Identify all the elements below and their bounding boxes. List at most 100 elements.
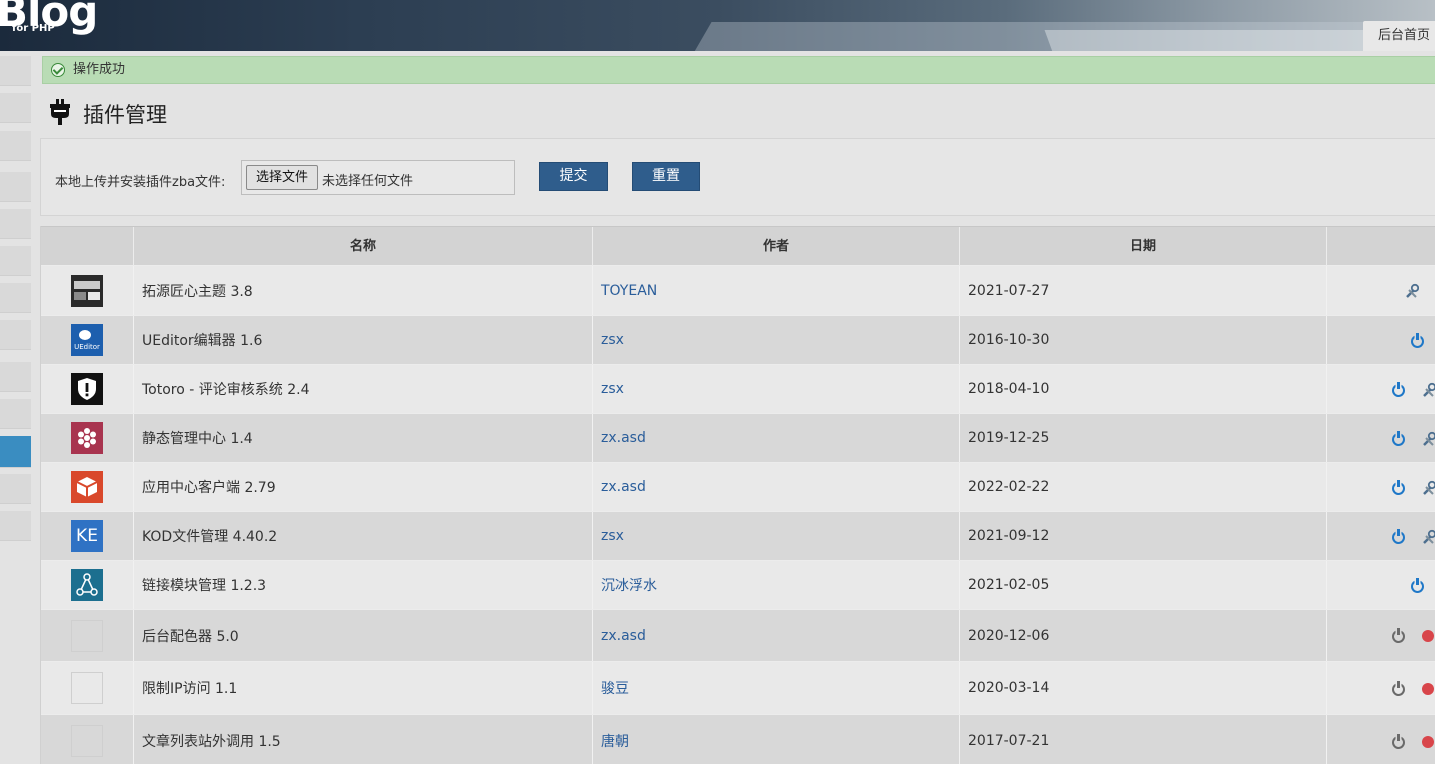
file-input[interactable]: 选择文件 未选择任何文件 bbox=[241, 160, 515, 195]
broken-image-icon bbox=[71, 672, 103, 704]
plugin-name: 链接模块管理 1.2.3 bbox=[133, 561, 592, 609]
plugin-actions bbox=[1326, 512, 1435, 560]
sidebar-item[interactable] bbox=[0, 399, 31, 429]
sidebar-item[interactable] bbox=[0, 209, 31, 239]
file-status-text: 未选择任何文件 bbox=[322, 174, 414, 189]
sidebar-item[interactable] bbox=[0, 56, 31, 86]
power-on-icon[interactable] bbox=[1411, 333, 1424, 348]
plugin-icon-cell: KE bbox=[41, 512, 133, 560]
table-row: 文章列表站外调用 1.5 唐朝 2017-07-21 bbox=[41, 714, 1435, 764]
plugin-icon-cell bbox=[41, 365, 133, 413]
wrench-icon[interactable] bbox=[1422, 480, 1435, 496]
plugin-actions bbox=[1326, 561, 1435, 609]
upload-label: 本地上传并安装插件zba文件: bbox=[55, 175, 226, 190]
plugin-icon-cell bbox=[41, 463, 133, 511]
sidebar-item[interactable] bbox=[0, 131, 31, 161]
plugin-author-link[interactable]: zx.asd bbox=[592, 414, 959, 462]
power-on-icon[interactable] bbox=[1392, 529, 1405, 544]
sidebar-item[interactable] bbox=[0, 511, 31, 541]
plugin-icon-cell bbox=[41, 561, 133, 609]
kod-file-icon: KE bbox=[71, 520, 103, 552]
table-row: 限制IP访问 1.1 骏豆 2020-03-14 bbox=[41, 661, 1435, 714]
plugin-date: 2020-03-14 bbox=[959, 662, 1326, 714]
table-row: 链接模块管理 1.2.3 沉冰浮水 2021-02-05 bbox=[41, 560, 1435, 609]
plugin-author-link[interactable]: zx.asd bbox=[592, 610, 959, 661]
plugin-icon-cell bbox=[41, 610, 133, 661]
delete-icon[interactable] bbox=[1422, 736, 1434, 748]
plugin-author-link[interactable]: zx.asd bbox=[592, 463, 959, 511]
plugin-name: KOD文件管理 4.40.2 bbox=[133, 512, 592, 560]
plugin-name: 拓源匠心主题 3.8 bbox=[133, 266, 592, 315]
choose-file-button[interactable]: 选择文件 bbox=[246, 165, 318, 190]
ueditor-icon: UEditor bbox=[71, 324, 103, 356]
wrench-icon[interactable] bbox=[1405, 283, 1420, 299]
sidebar-item[interactable] bbox=[0, 474, 31, 504]
plugin-author-link[interactable]: zsx bbox=[592, 512, 959, 560]
logo-subtitle: for PHP bbox=[12, 23, 55, 34]
wrench-icon[interactable] bbox=[1422, 529, 1435, 545]
sidebar-item[interactable] bbox=[0, 362, 31, 392]
sidebar-item[interactable] bbox=[0, 283, 31, 313]
plugin-icon-cell bbox=[41, 715, 133, 764]
plugin-name: Totoro - 评论审核系统 2.4 bbox=[133, 365, 592, 413]
delete-icon[interactable] bbox=[1422, 683, 1434, 695]
plugin-date: 2022-02-22 bbox=[959, 463, 1326, 511]
table-row: 静态管理中心 1.4 zx.asd 2019-12-25 bbox=[41, 413, 1435, 462]
plugin-author-link[interactable]: zsx bbox=[592, 365, 959, 413]
column-header-date: 日期 bbox=[959, 227, 1326, 266]
table-row: Totoro - 评论审核系统 2.4 zsx 2018-04-10 bbox=[41, 364, 1435, 413]
sidebar-item[interactable] bbox=[0, 172, 31, 202]
table-row: UEditor UEditor编辑器 1.6 zsx 2016-10-30 bbox=[41, 315, 1435, 364]
plugin-name: UEditor编辑器 1.6 bbox=[133, 316, 592, 364]
plugin-author-link[interactable]: zsx bbox=[592, 316, 959, 364]
plugin-author-link[interactable]: 沉冰浮水 bbox=[592, 561, 959, 609]
sidebar-item[interactable] bbox=[0, 246, 31, 276]
plugin-actions bbox=[1326, 266, 1435, 315]
plugin-date: 2020-12-06 bbox=[959, 610, 1326, 661]
plugin-date: 2017-07-21 bbox=[959, 715, 1326, 764]
power-on-icon[interactable] bbox=[1411, 578, 1424, 593]
table-body: 拓源匠心主题 3.8 TOYEAN 2021-07-27 UEditor UEditor… bbox=[41, 265, 1435, 764]
plugin-date: 2016-10-30 bbox=[959, 316, 1326, 364]
power-on-icon[interactable] bbox=[1392, 480, 1405, 495]
plugin-author-link[interactable]: TOYEAN bbox=[592, 266, 959, 315]
success-notice-text: 操作成功 bbox=[73, 62, 126, 77]
power-on-icon[interactable] bbox=[1392, 431, 1405, 446]
wrench-icon[interactable] bbox=[1422, 382, 1435, 398]
plugin-icon-cell bbox=[41, 662, 133, 714]
sidebar-item[interactable] bbox=[0, 93, 31, 123]
plugin-actions bbox=[1326, 662, 1435, 714]
success-notice: 操作成功 bbox=[42, 56, 1435, 84]
broken-image-icon bbox=[71, 725, 103, 757]
plugin-name: 限制IP访问 1.1 bbox=[133, 662, 592, 714]
toyean-theme-icon bbox=[71, 274, 103, 307]
check-circle-icon bbox=[51, 63, 65, 77]
submit-button[interactable]: 提交 bbox=[539, 162, 608, 191]
sidebar-item-plugins[interactable] bbox=[0, 436, 31, 468]
table-row: KE KOD文件管理 4.40.2 zsx 2021-09-12 bbox=[41, 511, 1435, 560]
table-row: 应用中心客户端 2.79 zx.asd 2022-02-22 bbox=[41, 462, 1435, 511]
plugin-name: 静态管理中心 1.4 bbox=[133, 414, 592, 462]
left-sidebar bbox=[0, 51, 31, 764]
upload-form: 本地上传并安装插件zba文件: 选择文件 未选择任何文件 提交 重置 bbox=[40, 138, 1435, 216]
plugin-actions bbox=[1326, 414, 1435, 462]
plugin-name: 文章列表站外调用 1.5 bbox=[133, 715, 592, 764]
power-off-icon[interactable] bbox=[1392, 734, 1405, 749]
column-header-name: 名称 bbox=[133, 227, 592, 266]
table-row: 拓源匠心主题 3.8 TOYEAN 2021-07-27 bbox=[41, 265, 1435, 315]
power-off-icon[interactable] bbox=[1392, 681, 1405, 696]
reset-button[interactable]: 重置 bbox=[632, 162, 700, 191]
plugin-author-link[interactable]: 骏豆 bbox=[592, 662, 959, 714]
admin-home-tab[interactable]: 后台首页 bbox=[1363, 21, 1435, 51]
delete-icon[interactable] bbox=[1422, 630, 1434, 642]
plugin-author-link[interactable]: 唐朝 bbox=[592, 715, 959, 764]
wrench-icon[interactable] bbox=[1422, 431, 1435, 447]
sidebar-item[interactable] bbox=[0, 320, 31, 350]
plugin-table: 名称 作者 日期 拓源匠心主题 3.8 TOYEAN 2021-07-27 UEdit… bbox=[40, 226, 1435, 764]
broken-image-icon bbox=[71, 619, 103, 652]
power-off-icon[interactable] bbox=[1392, 628, 1405, 643]
power-on-icon[interactable] bbox=[1392, 382, 1405, 397]
column-header-author: 作者 bbox=[592, 227, 959, 266]
page-title: 插件管理 bbox=[83, 103, 167, 127]
plug-icon bbox=[50, 99, 70, 125]
